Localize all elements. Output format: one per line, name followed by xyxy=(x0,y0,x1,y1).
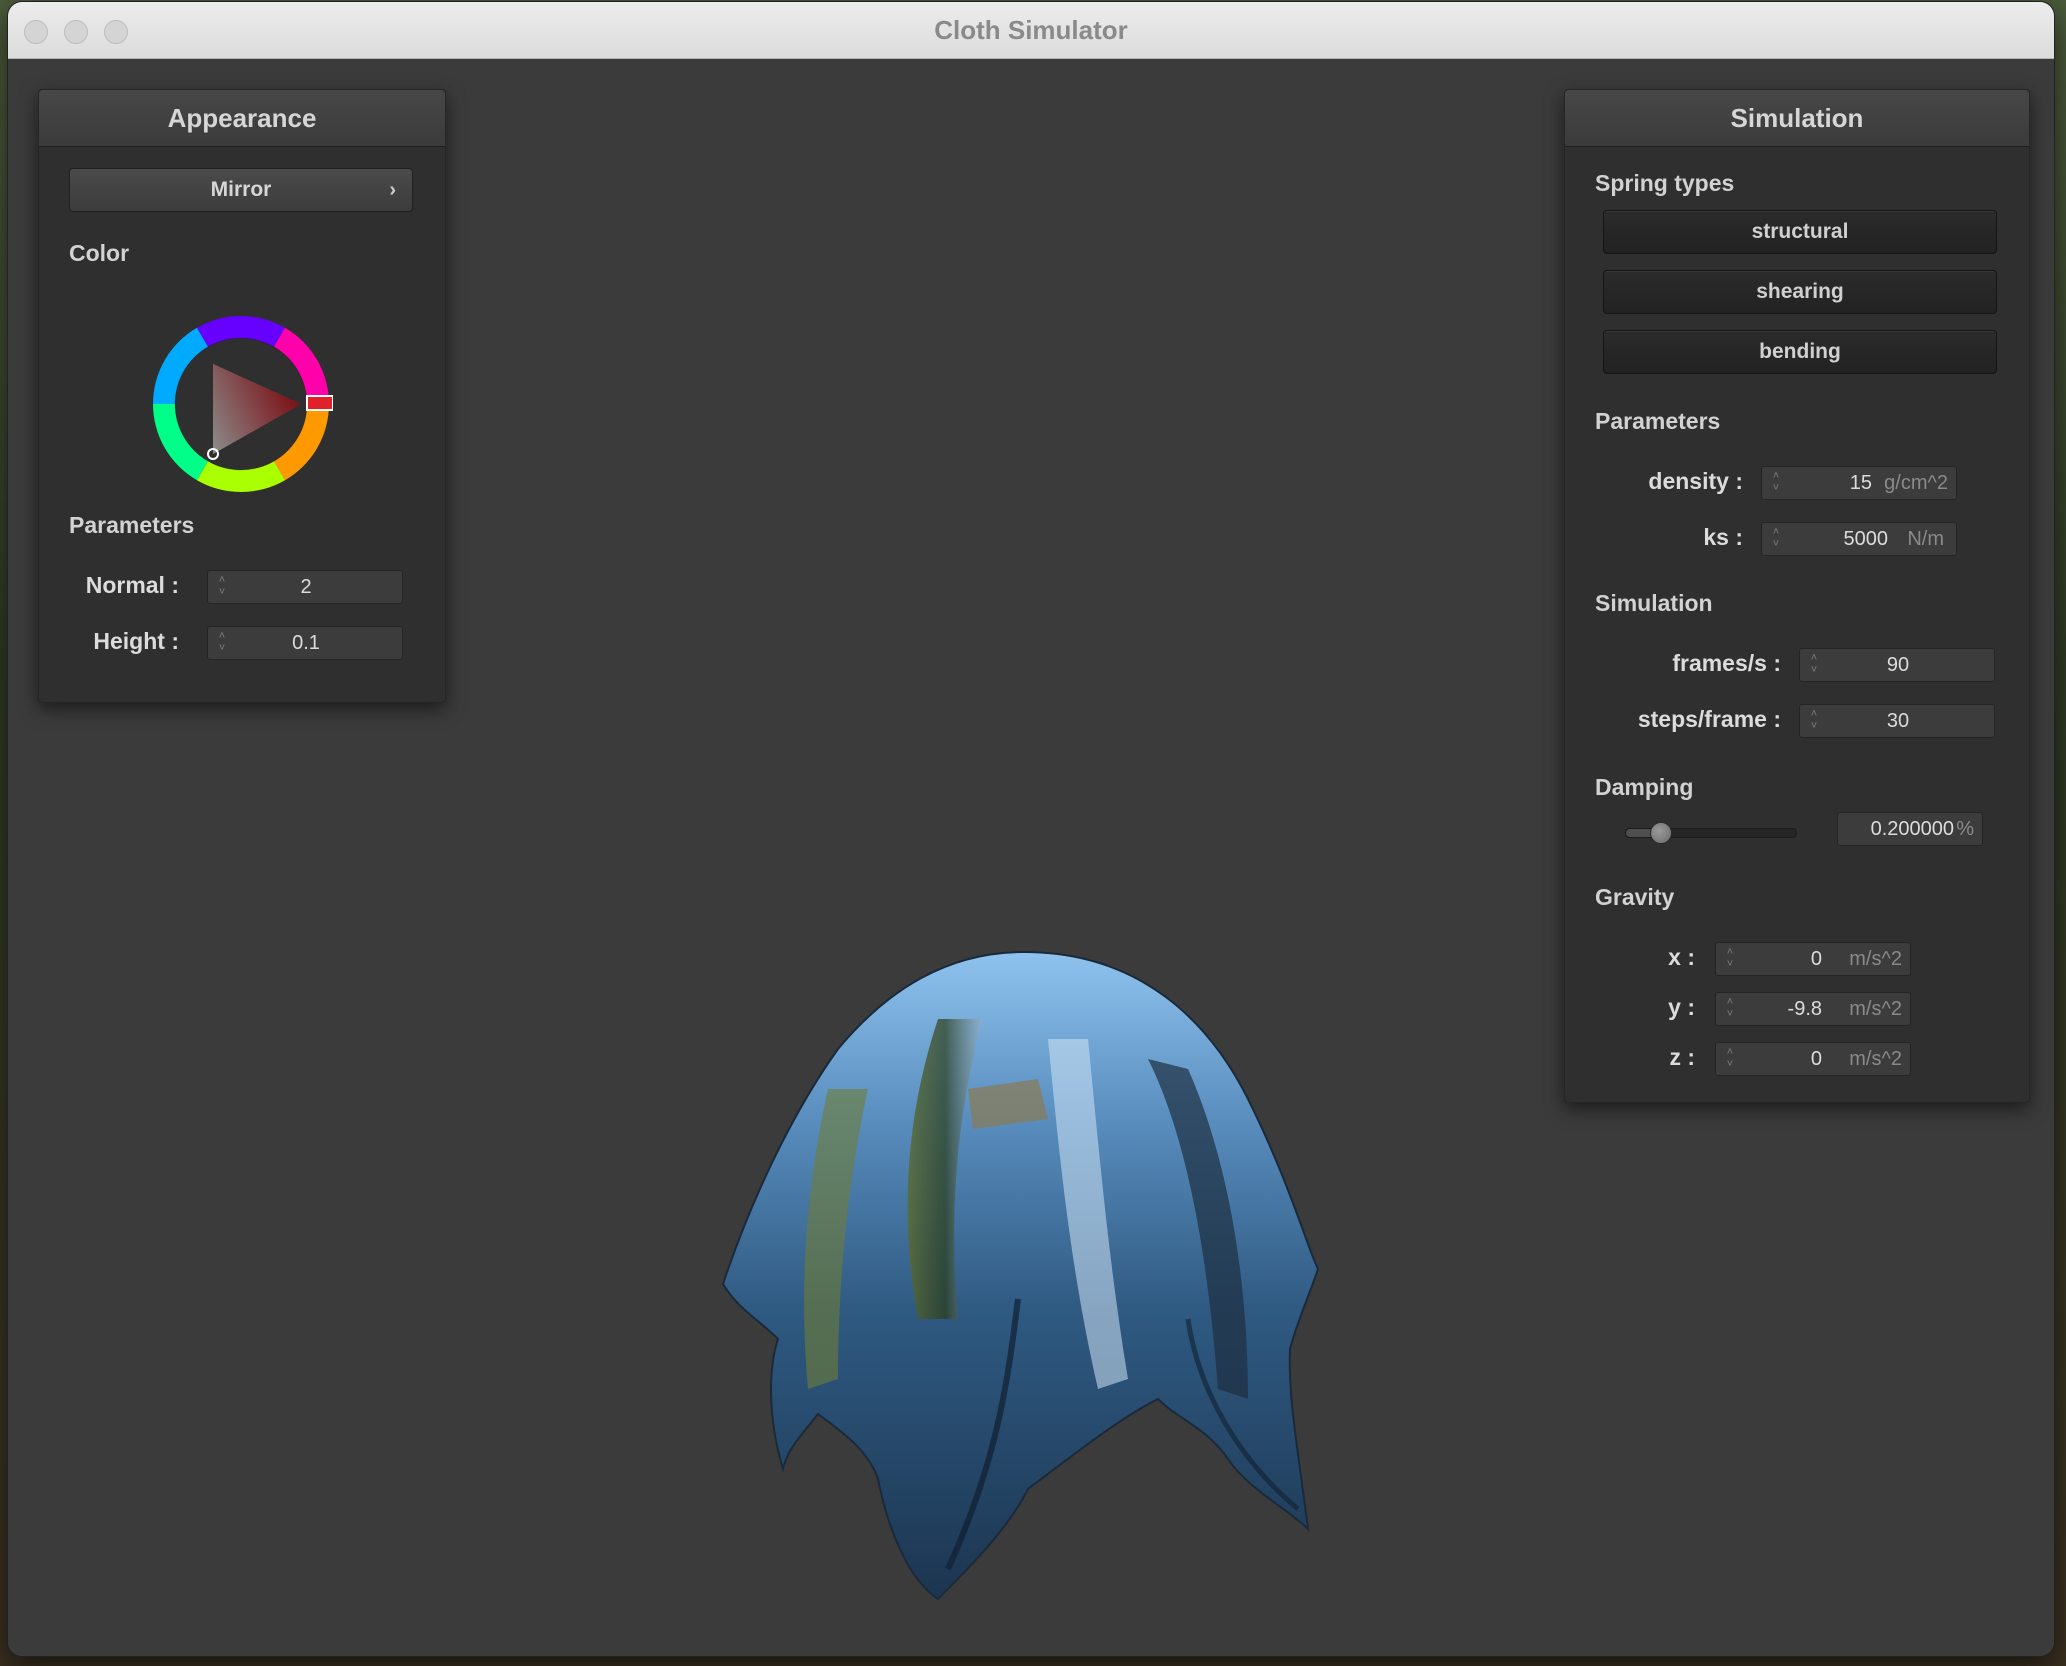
fps-spinbox[interactable]: ˄ ˅ 90 xyxy=(1799,648,1995,682)
density-spinbox[interactable]: ˄ ˅ 15 g/cm^2 xyxy=(1761,466,1957,500)
appearance-panel: Appearance Mirror › Color Parameters Nor… xyxy=(38,89,446,703)
damping-unit: % xyxy=(1956,818,1974,840)
color-label: Color xyxy=(69,240,130,266)
normal-label: Normal : xyxy=(85,572,179,598)
spinner-arrows-icon[interactable]: ˄ ˅ xyxy=(1770,526,1782,552)
damping-label: Damping xyxy=(1595,774,1694,800)
fps-value: 90 xyxy=(1886,654,1910,676)
gravity-y-label: y : xyxy=(1668,994,1695,1020)
ks-value: 5000 xyxy=(1843,528,1889,550)
density-label: density : xyxy=(1648,468,1743,494)
fps-label: frames/s : xyxy=(1672,650,1781,676)
normal-spinbox[interactable]: ˄ ˅ 2 xyxy=(207,570,403,604)
appearance-params-label: Parameters xyxy=(69,512,195,538)
bending-toggle[interactable]: bending xyxy=(1603,330,1997,374)
gravity-x-spinbox[interactable]: ˄ ˅ 0 m/s^2 xyxy=(1715,942,1911,976)
chevron-right-icon: › xyxy=(389,179,396,201)
gravity-z-label: z : xyxy=(1669,1044,1695,1070)
spinner-arrows-icon[interactable]: ˄ ˅ xyxy=(1724,946,1736,972)
color-wheel[interactable] xyxy=(149,312,333,496)
window-title: Cloth Simulator xyxy=(934,15,1128,45)
damping-value: 0.200000 xyxy=(1870,818,1954,840)
hue-selector[interactable] xyxy=(306,395,333,411)
normal-value: 2 xyxy=(300,576,312,598)
sim-params-label: Parameters xyxy=(1595,408,1721,434)
density-value: 15 xyxy=(1849,472,1872,494)
sim-section-label: Simulation xyxy=(1595,590,1713,616)
title-bar: Cloth Simulator xyxy=(8,2,2054,59)
simulation-panel: Simulation Spring types structural shear… xyxy=(1564,89,2030,1103)
damping-slider[interactable] xyxy=(1625,822,1797,844)
steps-value: 30 xyxy=(1886,710,1910,732)
gravity-x-value: 0 xyxy=(1810,948,1822,970)
shearing-toggle[interactable]: shearing xyxy=(1603,270,1997,314)
density-unit: g/cm^2 xyxy=(1884,472,1948,494)
gravity-z-unit: m/s^2 xyxy=(1849,1048,1902,1070)
gravity-y-unit: m/s^2 xyxy=(1849,998,1902,1020)
steps-label: steps/frame : xyxy=(1637,706,1781,732)
damping-slider-knob[interactable] xyxy=(1650,822,1672,844)
height-spinbox[interactable]: ˄ ˅ 0.1 xyxy=(207,626,403,660)
height-label: Height : xyxy=(93,628,179,654)
structural-toggle[interactable]: structural xyxy=(1603,210,1997,254)
gravity-y-spinbox[interactable]: ˄ ˅ -9.8 m/s^2 xyxy=(1715,992,1911,1026)
app-window: Cloth Simulator Appearance Mirror › Colo… xyxy=(8,2,2054,1656)
damping-field[interactable]: 0.200000 % xyxy=(1837,812,1983,846)
gravity-z-value: 0 xyxy=(1810,1048,1822,1070)
render-viewport[interactable]: Appearance Mirror › Color Parameters Nor… xyxy=(8,59,2054,1656)
height-value: 0.1 xyxy=(292,632,320,654)
shader-dropdown[interactable]: Mirror › xyxy=(69,168,413,212)
appearance-header: Appearance xyxy=(39,90,445,147)
spinner-arrows-icon[interactable]: ˄ ˅ xyxy=(1724,996,1736,1022)
ks-label: ks : xyxy=(1703,524,1743,550)
shader-value: Mirror xyxy=(210,178,272,201)
spring-types-label: Spring types xyxy=(1595,170,1735,196)
gravity-z-spinbox[interactable]: ˄ ˅ 0 m/s^2 xyxy=(1715,1042,1911,1076)
steps-spinbox[interactable]: ˄ ˅ 30 xyxy=(1799,704,1995,738)
gravity-x-unit: m/s^2 xyxy=(1849,948,1902,970)
spinner-arrows-icon[interactable]: ˄ ˅ xyxy=(1770,470,1782,496)
gravity-x-label: x : xyxy=(1668,944,1695,970)
spinner-arrows-icon[interactable]: ˄ ˅ xyxy=(1724,1046,1736,1072)
ks-unit: N/m xyxy=(1907,528,1944,550)
gravity-label: Gravity xyxy=(1595,884,1675,910)
gravity-y-value: -9.8 xyxy=(1787,998,1822,1020)
simulation-header: Simulation xyxy=(1565,90,2029,147)
ks-spinbox[interactable]: ˄ ˅ 5000 N/m xyxy=(1761,522,1957,556)
